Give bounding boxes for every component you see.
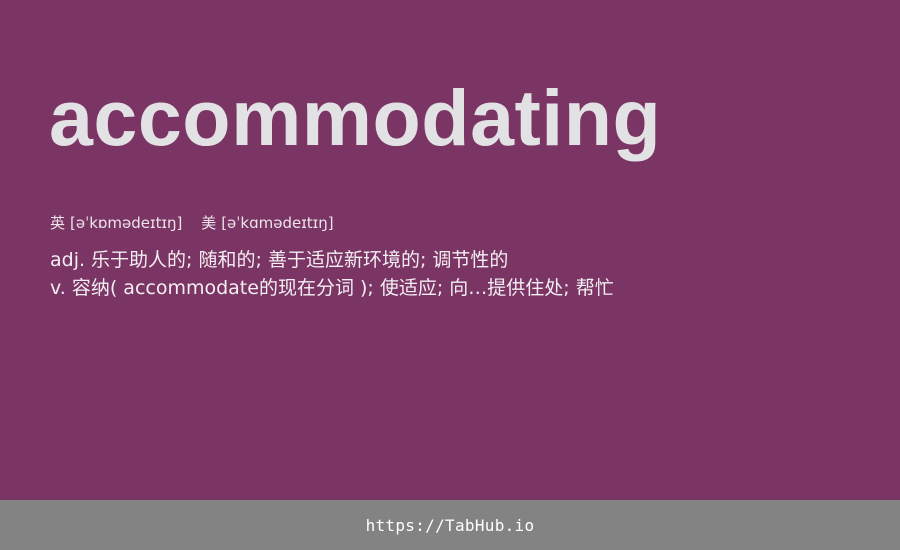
footer-bar: https://TabHub.io <box>0 500 900 550</box>
tabhub-link[interactable]: https://TabHub.io <box>366 516 535 535</box>
pronunciation-uk: 英 [əˈkɒmədeɪtɪŋ] <box>50 213 182 233</box>
pronunciation-region-label: 英 <box>50 214 66 232</box>
definition-list: adj. 乐于助人的; 随和的; 善于适应新环境的; 调节性的 v. 容纳( a… <box>50 246 614 302</box>
pronunciation-region-label: 美 <box>201 214 217 232</box>
pronunciations: 英 [əˈkɒmədeɪtɪŋ] 美 [əˈkɑmədeɪtɪŋ] <box>50 213 348 233</box>
pronunciation-ipa: [əˈkɑmədeɪtɪŋ] <box>221 214 334 232</box>
headword: accommodating <box>49 73 662 162</box>
pronunciation-us: 美 [əˈkɑmədeɪtɪŋ] <box>201 213 333 233</box>
pronunciation-ipa: [əˈkɒmədeɪtɪŋ] <box>70 214 183 232</box>
definition-verb: v. 容纳( accommodate的现在分词 ); 使适应; 向…提供住处; … <box>50 277 614 299</box>
definition-adjective: adj. 乐于助人的; 随和的; 善于适应新环境的; 调节性的 <box>50 249 509 271</box>
word-card: accommodating 英 [əˈkɒmədeɪtɪŋ] 美 [əˈkɑməde… <box>0 0 900 500</box>
